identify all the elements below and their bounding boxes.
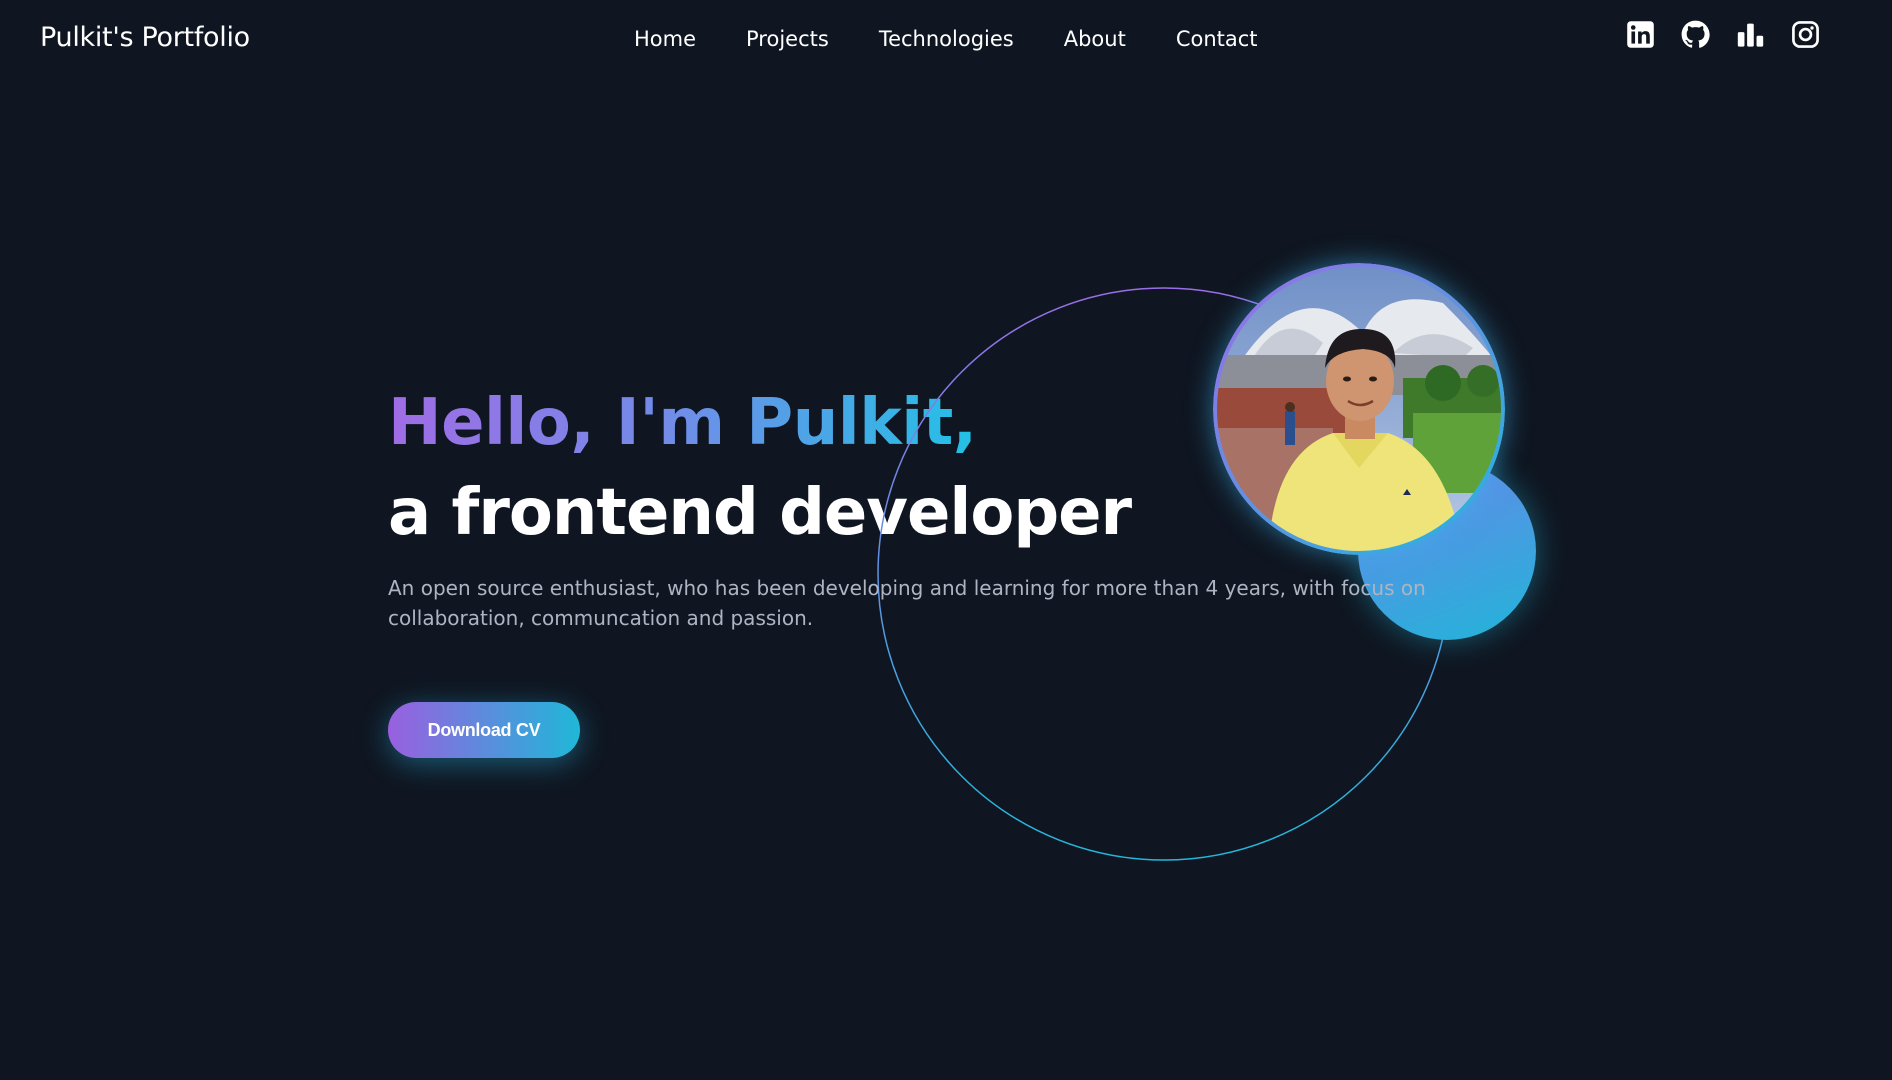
linkedin-icon[interactable]: [1626, 20, 1655, 49]
hero-description: An open source enthusiast, who has been …: [388, 576, 1426, 630]
nav-link-about[interactable]: About: [1064, 27, 1126, 51]
navbar: Pulkit's Portfolio Home Projects Technol…: [0, 0, 1892, 80]
github-icon[interactable]: [1681, 20, 1710, 49]
brand-logo[interactable]: Pulkit's Portfolio: [40, 22, 250, 53]
download-cv-button[interactable]: Download CV: [388, 702, 580, 758]
social-links: [1626, 20, 1820, 49]
instagram-icon[interactable]: [1791, 20, 1820, 49]
portfolio-page: Pulkit's Portfolio Home Projects Technol…: [0, 0, 1892, 1080]
nav-link-home[interactable]: Home: [634, 27, 696, 51]
nav-links: Home Projects Technologies About Contact: [634, 27, 1258, 51]
nav-link-projects[interactable]: Projects: [746, 27, 829, 51]
nav-link-contact[interactable]: Contact: [1176, 27, 1258, 51]
bar-chart-icon[interactable]: [1736, 20, 1765, 49]
nav-link-technologies[interactable]: Technologies: [879, 27, 1014, 51]
profile-photo: [1213, 263, 1505, 555]
